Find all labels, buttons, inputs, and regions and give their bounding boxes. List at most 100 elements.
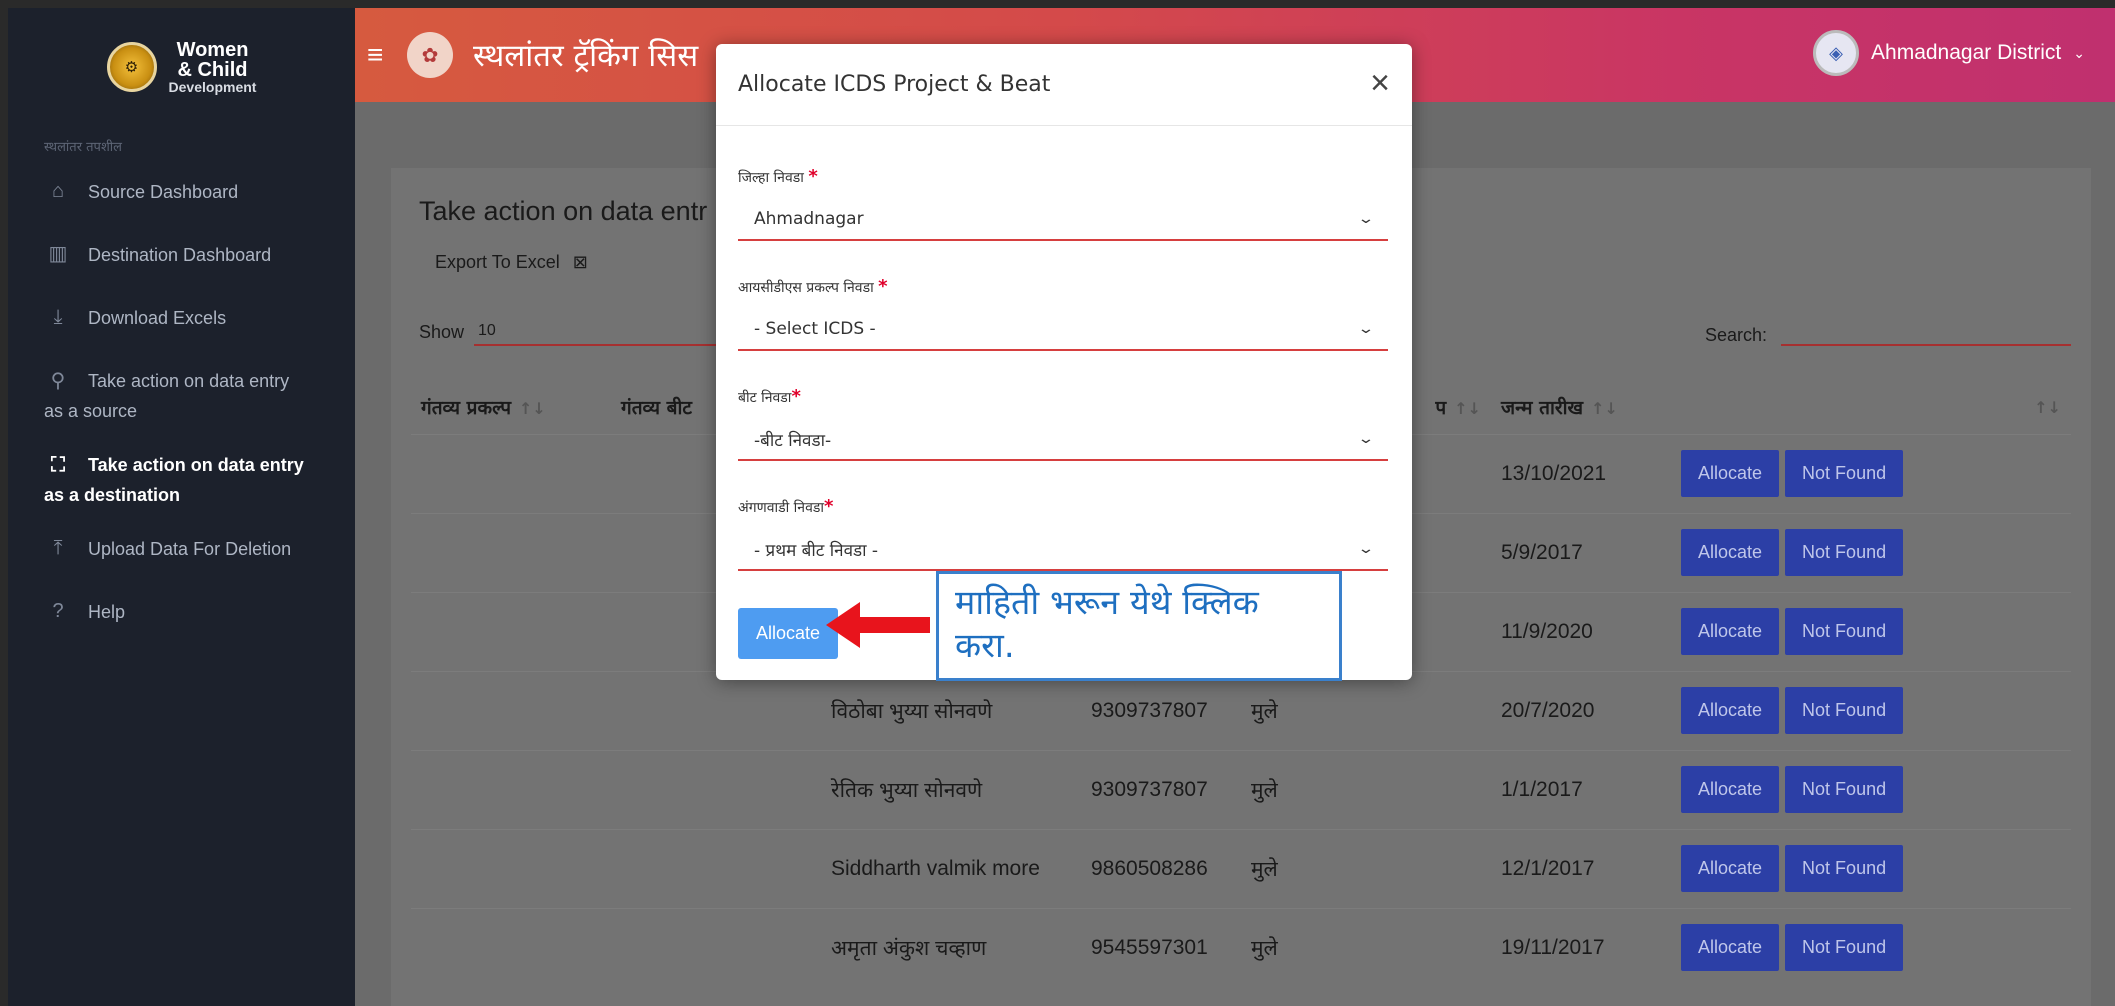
sidebar-section-label: स्थलांतर तपशील [44,140,122,155]
arrow-left-icon [826,602,930,648]
export-excel-button[interactable]: Export To Excel ⊠ [435,252,588,273]
table-row: रेतिक भुय्या सोनवणे 9309737807 मुले 1/1/201… [411,749,2071,829]
gender-cell: मुले [1241,907,1491,987]
dob-cell: 5/9/2017 [1491,512,1671,592]
not-found-button[interactable]: Not Found [1785,687,1904,734]
app-logo-icon: ✿ [407,32,453,78]
actions-cell: Allocate Not Found [1671,433,2071,513]
dest-project-cell [411,433,611,513]
sort-icon: ↑↓ [2034,397,2061,417]
not-found-button[interactable]: Not Found [1785,529,1904,576]
sort-icon: ↑↓ [1591,398,1618,418]
show-label: Show [419,321,465,342]
actions-cell: Allocate Not Found [1671,670,2071,750]
sidebar-item-label: Destination Dashboard [88,245,272,265]
beat-label: बीट निवडा [738,390,792,406]
sidebar-item-label: Take action on data entry [88,371,290,391]
dest-beat-cell [611,749,751,829]
allocate-row-button[interactable]: Allocate [1681,608,1780,655]
modal-title: Allocate ICDS Project & Beat [738,72,1051,97]
mobile-cell: 9309737807 [1081,670,1241,750]
search-input[interactable] [1781,316,2071,346]
district-label: जिल्हा निवडा [738,170,804,186]
brand[interactable]: ⚙ Women & Child Development [8,8,355,125]
not-found-button[interactable]: Not Found [1785,845,1904,892]
column-header[interactable]: ↑↓ [1671,380,2071,434]
dob-cell: 19/11/2017 [1491,907,1671,987]
allocate-row-button[interactable]: Allocate [1681,845,1780,892]
sort-icon: ↑↓ [1454,398,1481,418]
mobile-cell: 9545597301 [1081,907,1241,987]
sidebar-item-action-source[interactable]: ⚲ Take action on data entry as a source [8,354,355,438]
anganwadi-label: अंगणवाडी निवडा [738,500,824,516]
brand-line-1: Women [176,38,249,61]
dest-project-cell [411,749,611,829]
mobile-cell: 9309737807 [1081,749,1241,829]
anganwadi-select[interactable]: - प्रथम बीट निवडा - ⌄ [738,529,1388,571]
icds-label: आयसीडीएस प्रकल्प निवडा [738,280,874,296]
actions-cell: Allocate Not Found [1671,828,2071,908]
column-header[interactable]: गंतव्य प्रकल्प ↑↓ [411,380,611,434]
brand-text: Women & Child Development [169,40,257,94]
district-select[interactable]: Ahmadnagar ⌄ [738,199,1388,241]
not-found-button[interactable]: Not Found [1785,924,1904,972]
sidebar-item-help[interactable]: ? Help [8,585,355,648]
excel-file-icon: ⊠ [572,252,588,272]
allocate-row-button[interactable]: Allocate [1681,687,1780,734]
dest-project-cell [411,828,611,908]
dob-cell: 20/7/2020 [1491,670,1671,750]
dob-cell: 11/9/2020 [1491,591,1671,671]
required-mark: * [791,386,801,407]
required-mark: * [878,276,888,297]
name-cell: अमृता अंकुश चव्हाण [751,907,1081,987]
app-title: स्थलांतर ट्रॅकिंग सिस [473,38,699,74]
actions-cell: Allocate Not Found [1671,591,2071,671]
allocate-button[interactable]: Allocate [738,608,838,659]
sidebar-item-label-2: as a source [44,401,138,421]
user-search-icon: ⚲ [50,370,66,392]
district-dropdown[interactable]: ◈ Ahmadnagar District ⌄ [1813,30,2085,76]
allocate-row-button[interactable]: Allocate [1681,766,1780,813]
home-icon: ⌂ [51,180,65,202]
sidebar-item-action-destination[interactable]: ⛶ Take action on data entry as a destina… [8,438,355,522]
not-found-button[interactable]: Not Found [1785,450,1904,497]
column-header[interactable]: जन्म तारीख ↑↓ [1491,380,1671,434]
gender-cell: मुले [1241,828,1491,908]
sidebar-item-source-dashboard[interactable]: ⌂ Source Dashboard [8,165,355,228]
menu-icon[interactable]: ≡ [367,39,407,71]
dob-cell: 12/1/2017 [1491,828,1671,908]
sidebar-item-download-excels[interactable]: ⤓ Download Excels [8,291,355,354]
map-search-icon: ⛶ [51,454,65,476]
dest-project-cell [411,670,611,750]
dest-beat-cell [611,670,751,750]
dob-cell: 13/10/2021 [1491,433,1671,513]
chevron-down-icon: ⌄ [2073,44,2085,61]
brand-line-3: Development [168,78,257,95]
allocate-row-button[interactable]: Allocate [1681,529,1780,576]
anganwadi-select-value: - प्रथम बीट निवडा - [754,540,879,561]
sidebar-item-destination-dashboard[interactable]: ▥ Destination Dashboard [8,228,355,291]
close-icon[interactable]: × [1370,66,1390,100]
sidebar-item-label: Take action on data entry [88,455,304,475]
chevron-down-icon: ⌄ [1357,541,1375,557]
card-title: Take action on data entr [419,196,708,226]
dest-project-cell [411,907,611,987]
chevron-down-icon: ⌄ [1357,431,1375,447]
sidebar: ⚙ Women & Child Development स्थलांतर तपश… [8,8,355,1006]
icds-select[interactable]: - Select ICDS - ⌄ [738,309,1388,351]
sidebar-item-upload-deletion[interactable]: ⤒ Upload Data For Deletion [8,522,355,585]
allocate-row-button[interactable]: Allocate [1681,450,1780,497]
actions-cell: Allocate Not Found [1671,512,2071,592]
district-name: Ahmadnagar District [1871,41,2062,64]
allocate-row-button[interactable]: Allocate [1681,924,1780,972]
sidebar-item-label: Upload Data For Deletion [88,539,292,559]
not-found-button[interactable]: Not Found [1785,766,1904,813]
beat-select[interactable]: -बीट निवडा- ⌄ [738,419,1388,461]
map-icon: ▥ [48,243,68,265]
beat-field: बीट निवडा* -बीट निवडा- ⌄ [738,386,1388,461]
not-found-button[interactable]: Not Found [1785,608,1904,655]
required-mark: * [808,166,818,187]
chevron-down-icon: ⌄ [1357,321,1375,337]
dob-cell: 1/1/2017 [1491,749,1671,829]
actions-cell: Allocate Not Found [1671,907,2071,987]
